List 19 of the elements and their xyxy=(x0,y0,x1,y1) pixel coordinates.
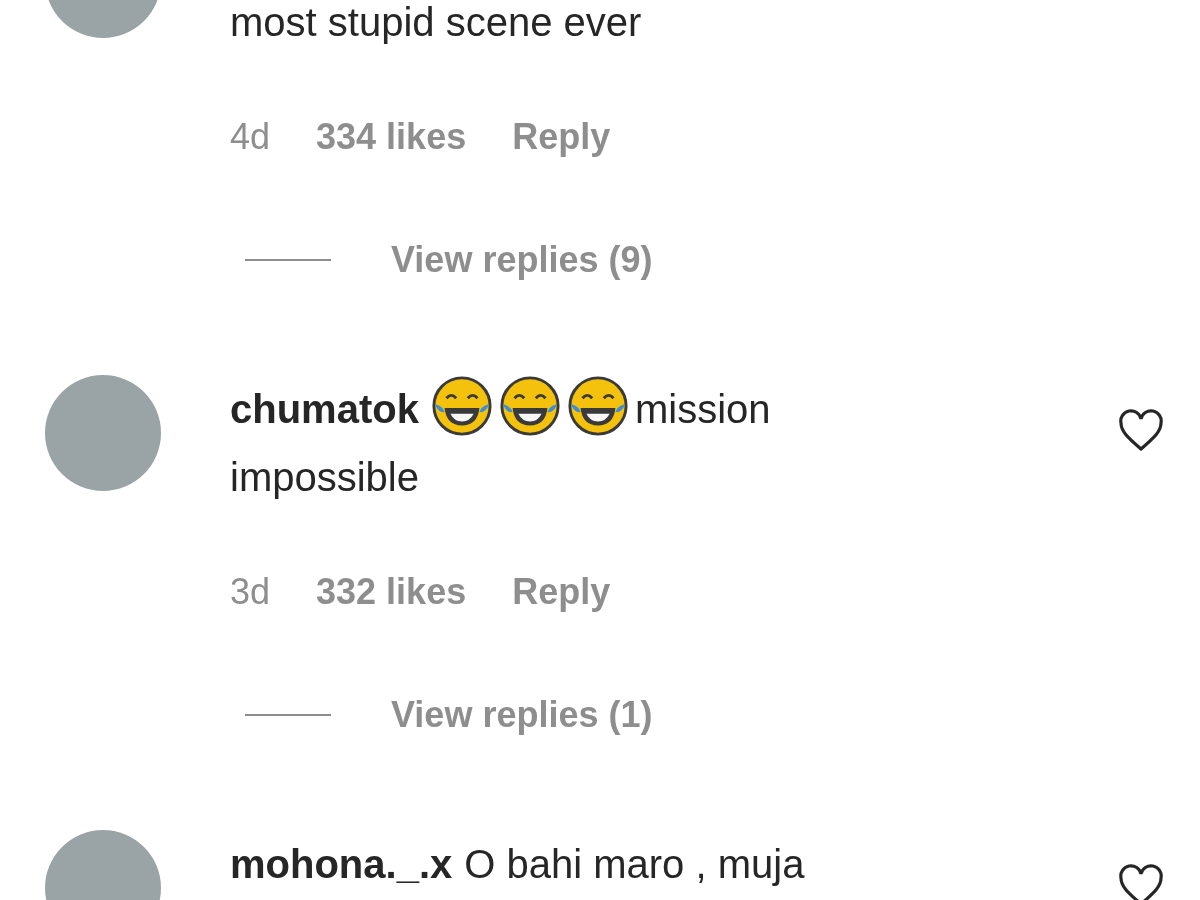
laughing-emoji-icon xyxy=(430,375,493,437)
reply-button[interactable]: Reply xyxy=(512,112,611,162)
comment-time: 3d xyxy=(230,570,271,614)
laughing-emoji-icon xyxy=(566,375,629,437)
view-replies-button[interactable]: View replies (9) xyxy=(391,235,653,285)
comment-username[interactable]: chumatok xyxy=(230,387,419,431)
laughing-emoji-icon xyxy=(498,375,561,437)
comment-text: impossible xyxy=(230,455,419,499)
comment-text: mission xyxy=(634,387,771,431)
heart-icon[interactable] xyxy=(1117,409,1165,453)
likes-count[interactable]: 334 likes xyxy=(316,112,467,162)
heart-icon[interactable] xyxy=(1117,864,1165,900)
reply-button[interactable]: Reply xyxy=(512,567,611,617)
comment-username[interactable]: mohona._.x xyxy=(230,842,453,886)
comment-text: most stupid scene ever xyxy=(230,0,642,44)
comment-time: 4d xyxy=(230,115,271,159)
view-replies-button[interactable]: View replies (1) xyxy=(391,690,653,740)
comment-text: O bahi maro , muja xyxy=(464,842,805,886)
likes-count[interactable]: 332 likes xyxy=(316,567,467,617)
